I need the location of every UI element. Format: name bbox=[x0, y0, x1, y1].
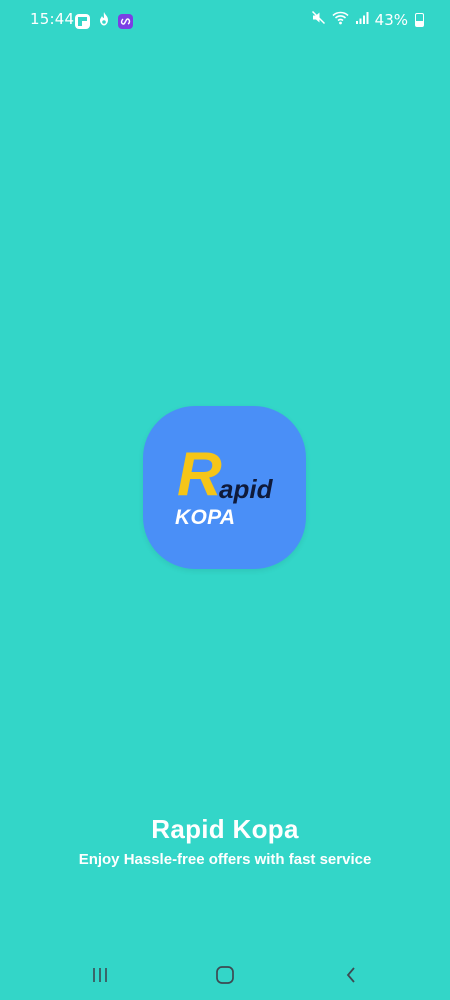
logo-letters-apid: apid bbox=[219, 474, 273, 504]
home-button[interactable] bbox=[210, 962, 240, 988]
back-icon bbox=[346, 967, 355, 983]
status-bar: 15:44 43% bbox=[0, 0, 450, 36]
home-icon bbox=[216, 966, 234, 984]
logo-word-kopa: KOPA bbox=[175, 506, 236, 529]
battery-icon bbox=[415, 13, 424, 27]
wifi-icon bbox=[332, 10, 349, 30]
app-icon bbox=[118, 14, 133, 29]
signal-icon bbox=[355, 11, 369, 30]
app-tagline: Enjoy Hassle-free offers with fast servi… bbox=[78, 851, 372, 868]
navigation-bar bbox=[0, 950, 450, 1000]
back-button[interactable] bbox=[336, 962, 366, 988]
app-title: Rapid Kopa bbox=[151, 814, 299, 844]
app-logo: R apid KOPA bbox=[143, 406, 306, 569]
fire-icon bbox=[97, 11, 111, 32]
logo-letter-r: R bbox=[177, 440, 222, 509]
recent-apps-button[interactable] bbox=[85, 962, 115, 988]
battery-percent: 43% bbox=[374, 11, 408, 29]
flipboard-icon bbox=[75, 14, 90, 29]
status-icons-right: 43% bbox=[311, 10, 424, 30]
mute-icon bbox=[311, 10, 326, 30]
recent-apps-icon bbox=[93, 968, 107, 982]
status-time: 15:44 bbox=[30, 10, 75, 28]
splash-screen: 15:44 43% R apid KOPA Rapid Kopa Enjoy H… bbox=[0, 0, 450, 1000]
notification-icons bbox=[75, 11, 133, 32]
